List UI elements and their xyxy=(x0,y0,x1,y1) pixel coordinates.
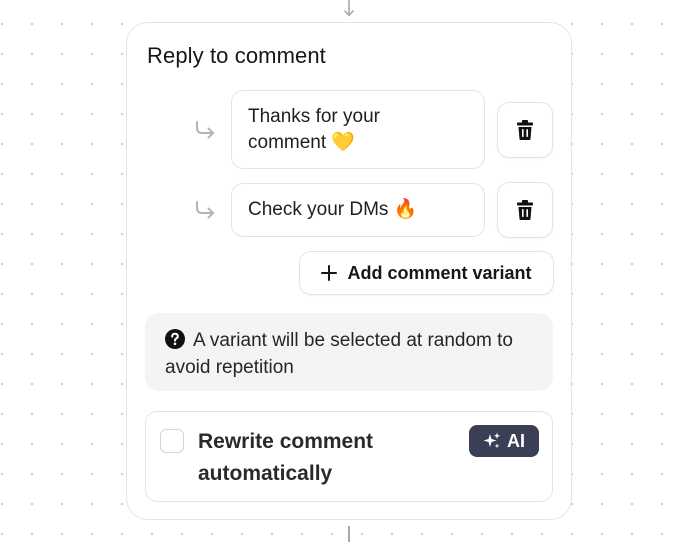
question-circle-icon xyxy=(165,329,185,349)
rewrite-option: Rewrite comment automatically AI xyxy=(145,411,553,502)
rewrite-label: Rewrite comment automatically xyxy=(198,430,374,485)
delete-variant-button[interactable] xyxy=(497,102,553,158)
add-variant-label: Add comment variant xyxy=(347,262,532,283)
flow-connector-line xyxy=(348,526,350,542)
comment-variant-field[interactable]: Thanks for your comment 💛 xyxy=(231,90,485,169)
variant-text-line: comment 💛 xyxy=(248,132,356,153)
variant-text-line: Thanks for your xyxy=(248,106,380,127)
trash-icon xyxy=(517,200,533,220)
card-title: Reply to comment xyxy=(147,43,326,68)
comment-variant-field[interactable]: Check your DMs 🔥 xyxy=(231,183,485,237)
variant-text-line: Check your DMs 🔥 xyxy=(248,199,418,220)
trash-icon xyxy=(517,120,533,140)
ai-badge: AI xyxy=(469,425,539,457)
sparkles-icon xyxy=(483,432,501,449)
rewrite-checkbox[interactable] xyxy=(160,429,184,453)
flow-connector-arrow-icon xyxy=(344,0,354,17)
ai-badge-label: AI xyxy=(507,430,525,451)
reply-arrow-icon xyxy=(196,201,214,219)
reply-arrow-icon xyxy=(196,121,214,139)
info-note: A variant will be selected at random to … xyxy=(145,313,553,391)
delete-variant-button[interactable] xyxy=(497,182,553,238)
reply-to-comment-card[interactable]: Reply to comment Thanks for your comment… xyxy=(126,22,572,520)
plus-icon xyxy=(321,265,338,281)
add-comment-variant-button[interactable]: Add comment variant xyxy=(299,251,554,295)
info-text: A variant will be selected at random to … xyxy=(165,330,514,378)
